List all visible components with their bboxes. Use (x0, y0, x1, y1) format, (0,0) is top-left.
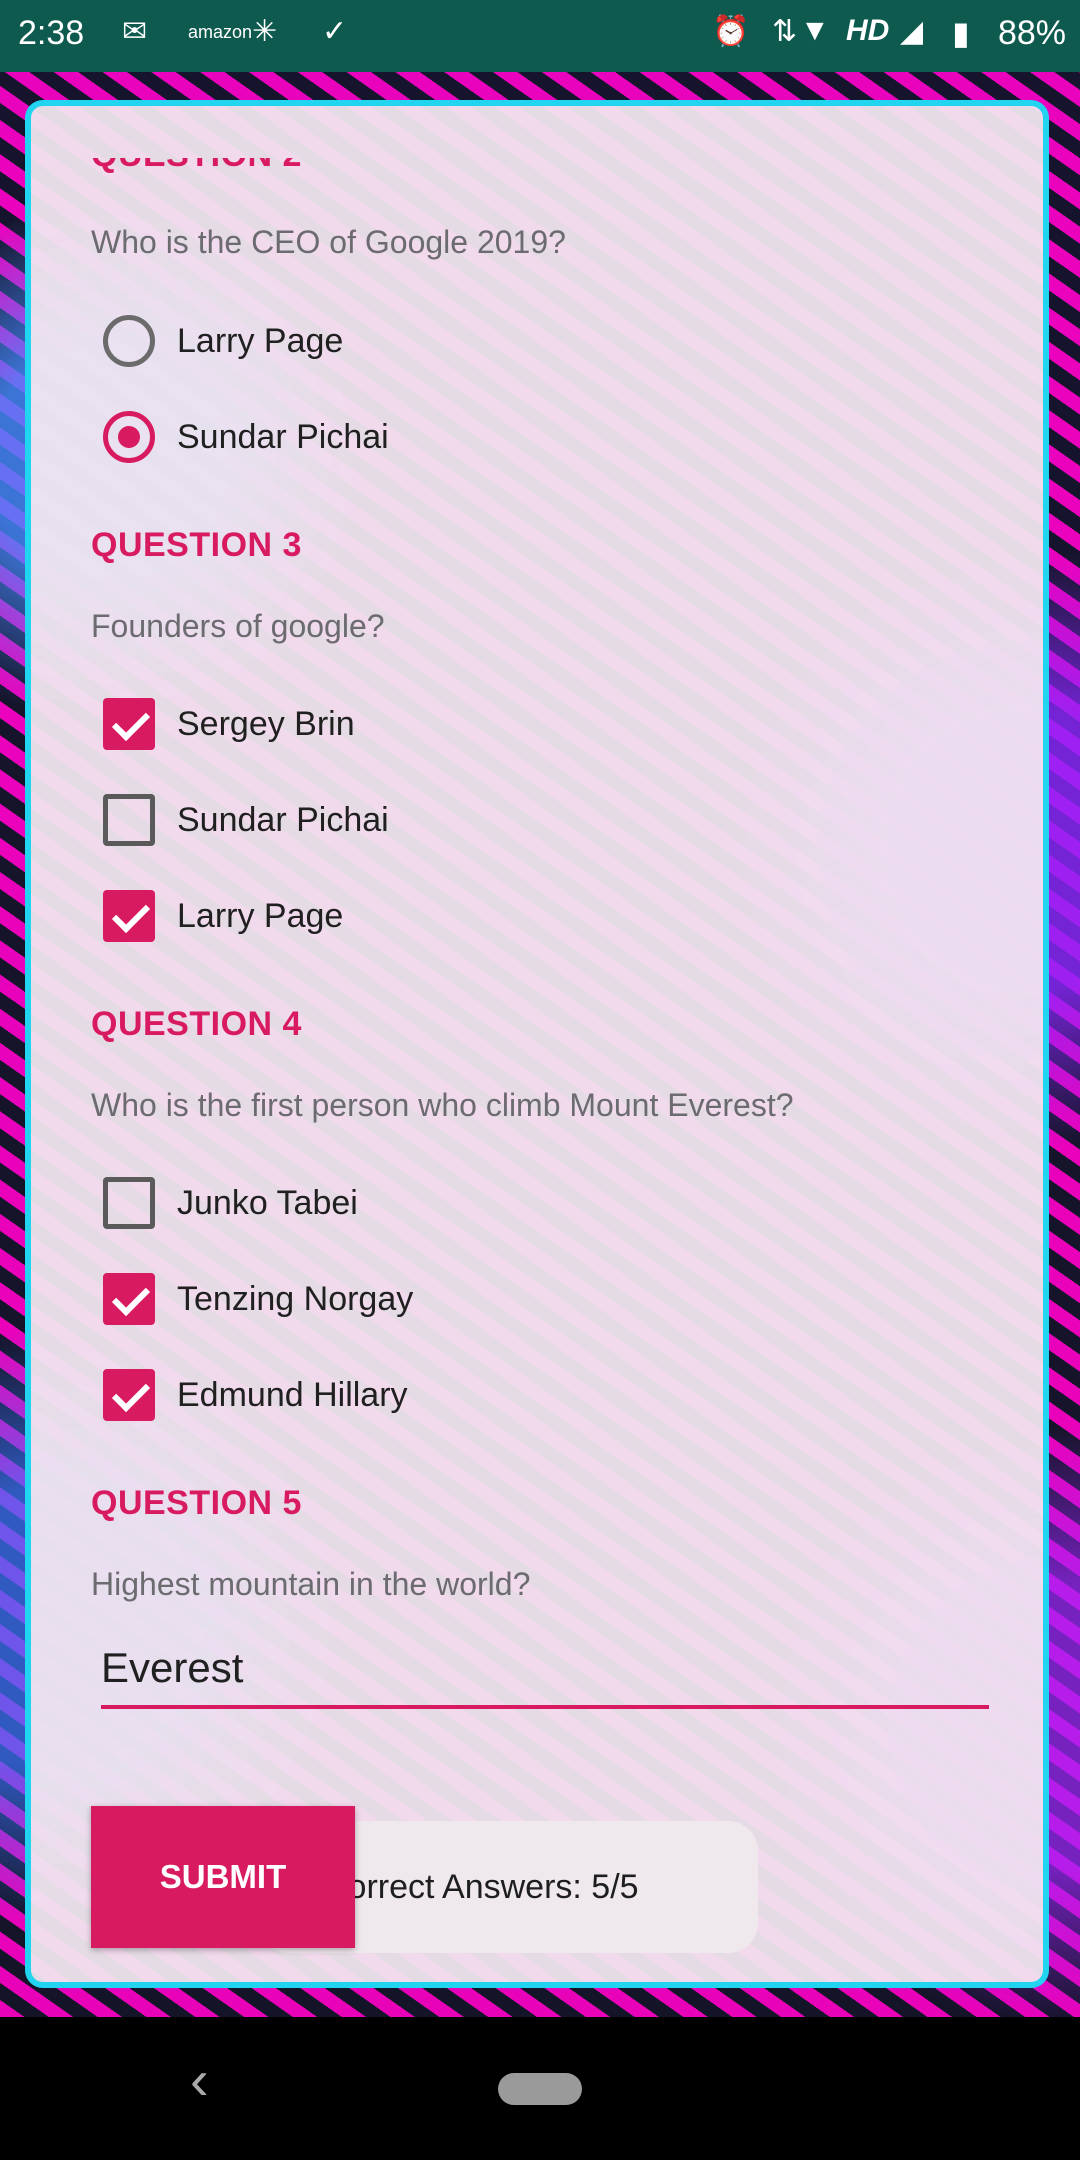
q4-option-tenzing-norgay[interactable]: Tenzing Norgay (103, 1266, 413, 1332)
option-label: Tenzing Norgay (177, 1279, 414, 1318)
question-4-text: Who is the first person who climb Mount … (91, 1087, 794, 1123)
data-arrows-icon: ⇅ (772, 15, 798, 48)
option-label: Junko Tabei (177, 1183, 358, 1222)
q4-option-junko-tabei[interactable]: Junko Tabei (103, 1170, 358, 1236)
checkbox-checked-icon[interactable] (103, 1273, 155, 1325)
option-label: Sergey Brin (177, 704, 355, 743)
checkbox-icon[interactable] (103, 1177, 155, 1229)
submit-button[interactable]: SUBMIT (91, 1806, 355, 1948)
checkbox-checked-icon[interactable] (103, 1369, 155, 1421)
check-app-icon: ✓ (322, 15, 348, 48)
checkbox-icon[interactable] (103, 794, 155, 846)
wifi-icon: ▼ (800, 14, 830, 47)
question-4-header: QUESTION 4 (91, 1005, 302, 1043)
option-label: Sundar Pichai (177, 417, 389, 456)
q3-option-sergey-brin[interactable]: Sergey Brin (103, 691, 355, 757)
quiz-scroll-area[interactable]: QUESTION 2 Who is the CEO of Google 2019… (31, 106, 1043, 1982)
network-type: HD (846, 14, 890, 47)
radio-button-selected-icon[interactable] (103, 411, 155, 463)
option-label: Larry Page (177, 321, 344, 360)
q4-option-edmund-hillary[interactable]: Edmund Hillary (103, 1362, 408, 1428)
amazon-icon: amazon (188, 22, 253, 42)
navigation-bar: ‹ (0, 2017, 1080, 2160)
question-5-header: QUESTION 5 (91, 1484, 302, 1522)
result-text: Correct Answers: 5/5 (323, 1867, 639, 1906)
option-label: Sundar Pichai (177, 800, 389, 839)
home-button[interactable] (498, 2073, 582, 2105)
q3-option-larry-page[interactable]: Larry Page (103, 883, 343, 949)
status-bar: 2:38 ✉ amazon ✳ ✓ ⏰ ⇅ ▼ HD ◢ ▮ 88% (0, 0, 1080, 72)
question-2-text: Who is the CEO of Google 2019? (91, 224, 566, 260)
question-3-text: Founders of google? (91, 608, 385, 644)
question-3-header: QUESTION 3 (91, 526, 302, 564)
option-label: Edmund Hillary (177, 1375, 408, 1414)
q3-option-sundar-pichai[interactable]: Sundar Pichai (103, 787, 389, 853)
question-5-text: Highest mountain in the world? (91, 1566, 531, 1602)
gmail-icon: ✉ (122, 15, 148, 48)
quiz-card[interactable]: QUESTION 2 Who is the CEO of Google 2019… (25, 100, 1049, 1988)
question-2-header: QUESTION 2 (91, 136, 302, 174)
option-label: Larry Page (177, 896, 344, 935)
signal-icon: ◢ (900, 15, 924, 48)
battery-icon: ▮ (952, 15, 970, 51)
status-time: 2:38 (18, 14, 85, 52)
q2-option-larry-page[interactable]: Larry Page (103, 308, 343, 374)
alarm-icon: ⏰ (712, 15, 750, 48)
back-icon[interactable]: ‹ (190, 2047, 209, 2112)
checkbox-checked-icon[interactable] (103, 698, 155, 750)
battery-percent: 88% (997, 14, 1066, 52)
checkbox-checked-icon[interactable] (103, 890, 155, 942)
app-icon: ✳ (252, 15, 278, 48)
answer-input[interactable] (101, 1631, 989, 1709)
q2-option-sundar-pichai[interactable]: Sundar Pichai (103, 404, 389, 470)
radio-button-icon[interactable] (103, 315, 155, 367)
result-panel: Correct Answers: 5/5 (233, 1821, 758, 1953)
